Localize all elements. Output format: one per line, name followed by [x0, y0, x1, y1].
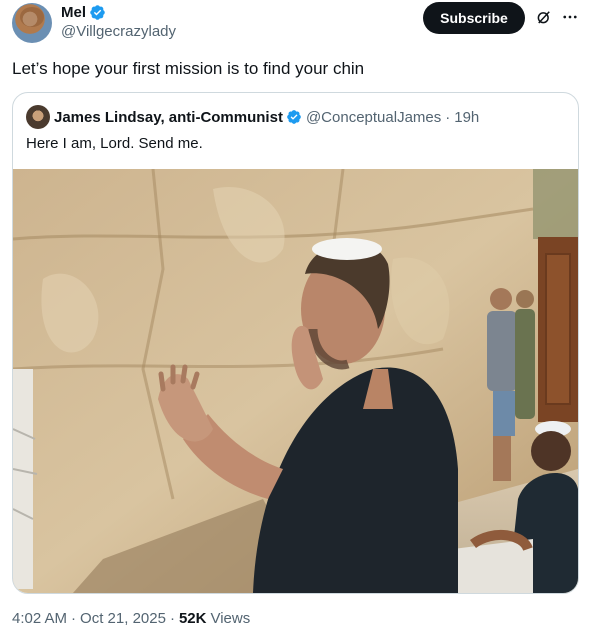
- tweet-date[interactable]: Oct 21, 2025: [80, 610, 166, 627]
- more-dots-icon[interactable]: [561, 8, 579, 26]
- quoted-tweet-photo[interactable]: [13, 169, 578, 593]
- quoted-timestamp[interactable]: 19h: [454, 109, 479, 126]
- author-name-row[interactable]: Mel: [61, 3, 106, 21]
- tweet-header: Mel @Villgecrazylady Subscribe: [0, 0, 591, 50]
- quoted-author-avatar[interactable]: [26, 105, 50, 129]
- separator-dot: ·: [71, 610, 77, 627]
- quoted-author-row: James Lindsay, anti-Communist @Conceptua…: [54, 107, 479, 127]
- separator-dot: ·: [445, 108, 451, 126]
- tweet-meta: 4:02 AM · Oct 21, 2025 · 52K Views: [12, 610, 250, 627]
- subscribe-button[interactable]: Subscribe: [423, 2, 525, 34]
- verified-badge-icon[interactable]: [89, 4, 106, 21]
- quoted-author-name[interactable]: James Lindsay, anti-Communist: [54, 109, 283, 126]
- tweet-text: Let’s hope your first mission is to find…: [12, 59, 365, 78]
- quoted-verified-badge-icon[interactable]: [286, 109, 302, 125]
- quoted-tweet-card[interactable]: James Lindsay, anti-Communist @Conceptua…: [12, 92, 579, 594]
- quoted-author-handle[interactable]: @ConceptualJames: [306, 109, 441, 126]
- separator-dot: ·: [169, 610, 175, 627]
- author-avatar[interactable]: [12, 3, 52, 43]
- views-count: 52K: [178, 610, 207, 627]
- grok-icon[interactable]: [535, 8, 553, 26]
- author-display-name[interactable]: Mel: [61, 4, 86, 21]
- author-handle[interactable]: @Villgecrazylady: [61, 23, 176, 40]
- photo-illustration: [13, 169, 578, 593]
- tweet-time[interactable]: 4:02 AM: [12, 610, 67, 627]
- quoted-tweet-text: Here I am, Lord. Send me.: [26, 135, 203, 152]
- views-label: Views: [210, 610, 251, 627]
